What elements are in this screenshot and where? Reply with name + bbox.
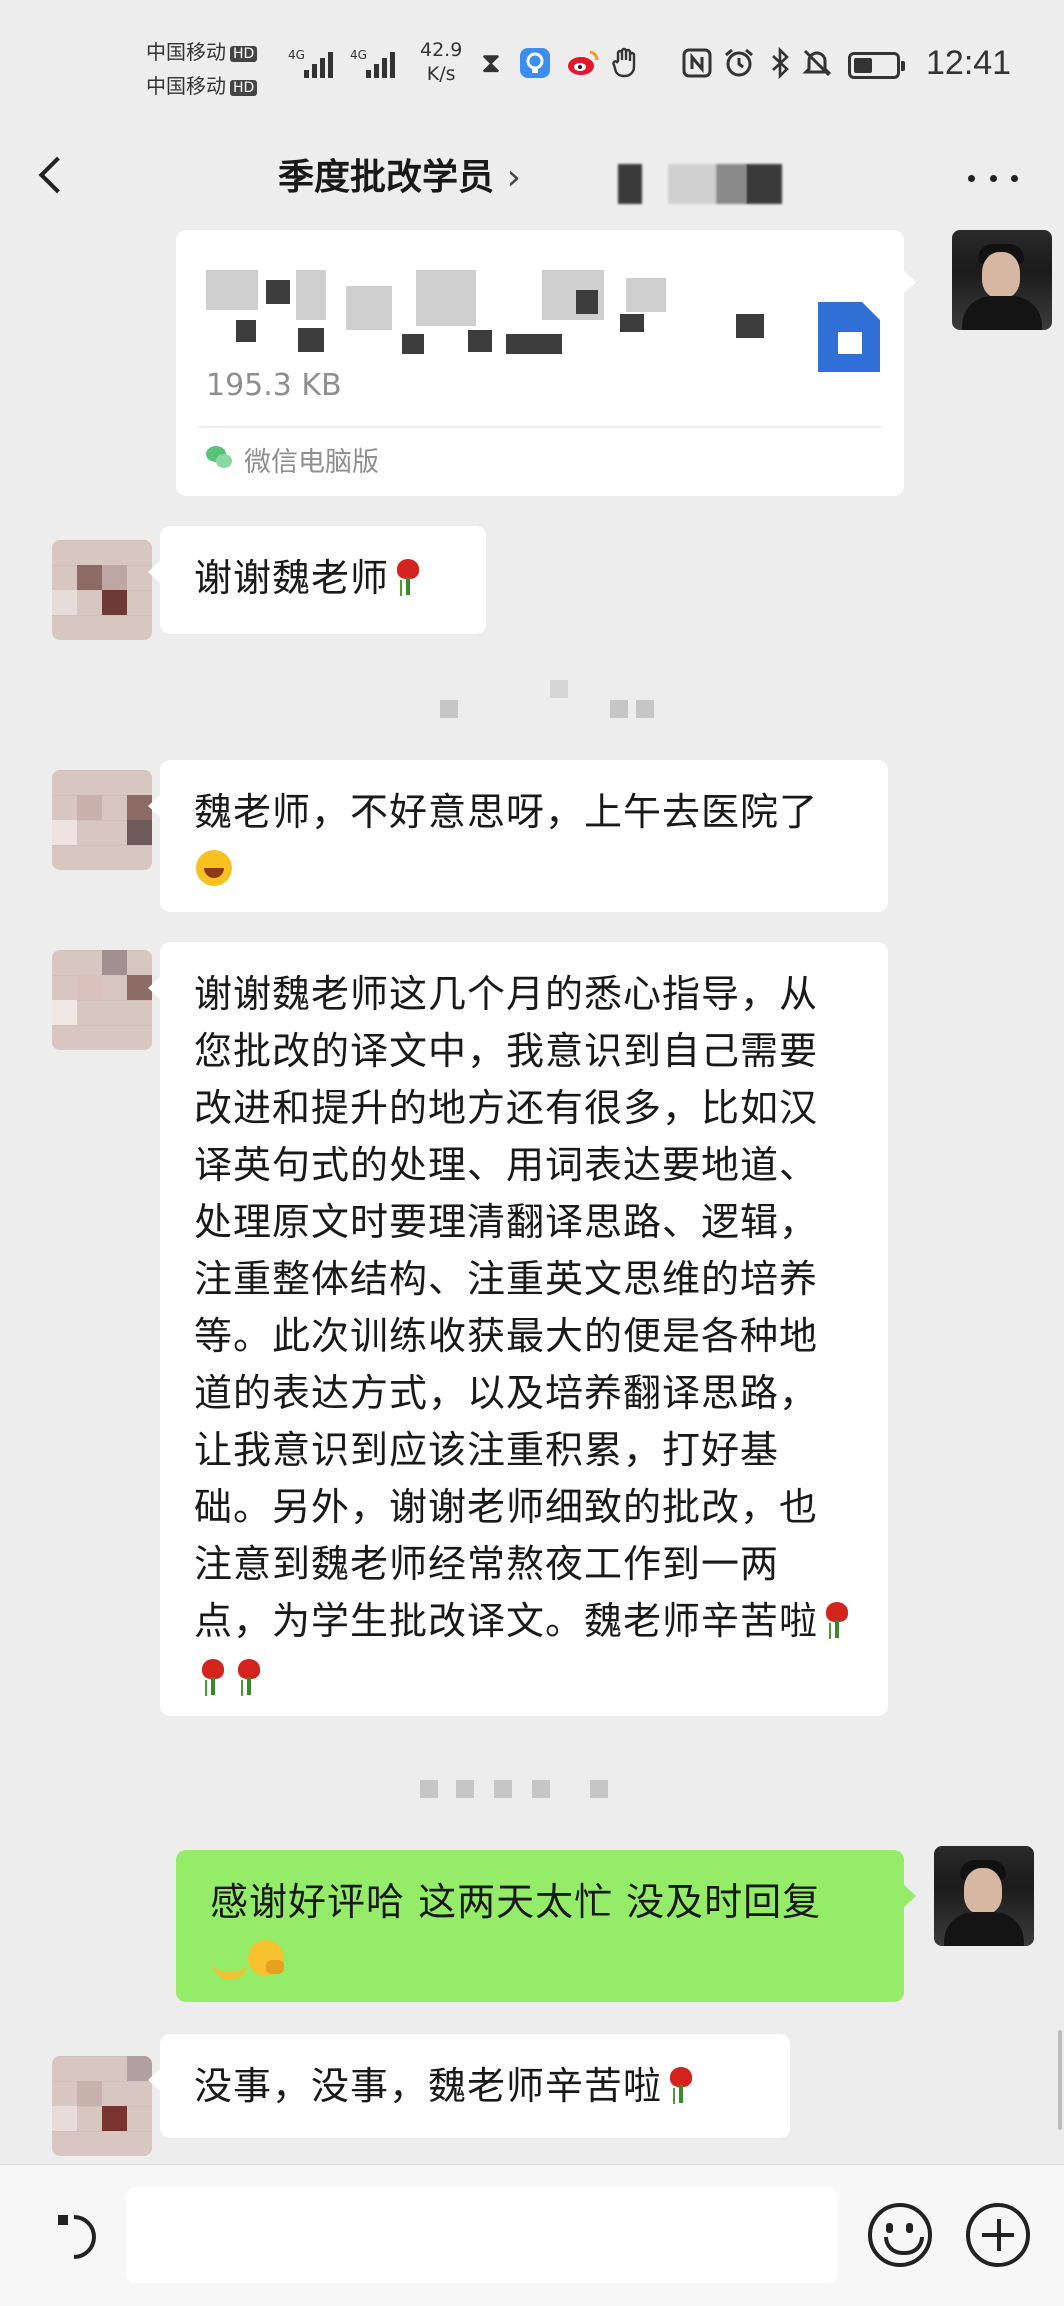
- message-text-1: 谢谢魏老师: [194, 556, 390, 600]
- message-bubble-3[interactable]: 谢谢魏老师这几个月的悉心指导，从您批改的译文中，我意识到自己需要改进和提升的地方…: [148, 942, 888, 1716]
- file-message-card[interactable]: 195.3 KB 微信电脑版: [176, 230, 916, 496]
- chat-title[interactable]: 季度批改学员 ›: [278, 148, 521, 200]
- chat-title-text: 季度批改学员: [278, 157, 495, 198]
- file-card-divider: [198, 426, 882, 428]
- self-avatar[interactable]: [952, 230, 1052, 330]
- status-time: 12:41: [926, 44, 1012, 82]
- voice-input-button[interactable]: [44, 2205, 100, 2261]
- carrier-1: 中国移动 HD: [146, 36, 258, 65]
- rose-icon: [389, 557, 425, 597]
- net-speed-unit: K/s: [426, 63, 456, 85]
- title-mosaic: [618, 164, 642, 204]
- net-speed: 42.9 K/s: [420, 38, 462, 86]
- message-text-5: 没事，没事，魏老师辛苦啦: [194, 2064, 663, 2108]
- signal-4g-icon-2: 4G: [350, 48, 396, 78]
- banana-icon: [210, 1938, 248, 1980]
- carrier-1-label: 中国移动: [146, 40, 226, 64]
- hand-icon: [610, 46, 644, 80]
- file-source-label: 微信电脑版: [244, 447, 379, 478]
- message-text-3: 谢谢魏老师这几个月的悉心指导，从您批改的译文中，我意识到自己需要改进和提升的地方…: [194, 972, 819, 1643]
- hourglass-icon: ⧗: [481, 46, 501, 79]
- message-bubble-1[interactable]: 谢谢魏老师: [148, 526, 486, 634]
- message-text-4: 感谢好评哈 这两天太忙 没及时回复: [210, 1880, 822, 1924]
- message-input[interactable]: [126, 2187, 838, 2283]
- message-text-2: 魏老师，不好意思呀，上午去医院了: [194, 790, 819, 834]
- title-mosaic-4: [746, 164, 782, 204]
- nfc-icon: [680, 46, 714, 80]
- student-avatar[interactable]: [52, 2056, 152, 2156]
- alarm-icon: [722, 46, 756, 80]
- signal-4g-icon-1: 4G: [288, 48, 334, 78]
- weibo-icon: [566, 46, 600, 80]
- wechat-pc-icon: [206, 446, 234, 472]
- net-speed-value: 42.9: [420, 39, 463, 61]
- hd-badge-1: HD: [230, 45, 258, 62]
- title-bar: 季度批改学员 ›: [0, 130, 1064, 230]
- bulb-app-icon: [518, 46, 552, 80]
- system-hint-mosaic-1: [440, 680, 670, 720]
- hd-badge-2: HD: [230, 79, 258, 96]
- bluetooth-icon: [764, 46, 798, 80]
- carrier-2: 中国移动 HD: [146, 70, 258, 99]
- rose-icon: [662, 2065, 698, 2105]
- self-avatar[interactable]: [934, 1846, 1034, 1946]
- rose-icon: [818, 1600, 854, 1640]
- student-avatar[interactable]: [52, 540, 152, 640]
- message-bubble-5[interactable]: 没事，没事，魏老师辛苦啦: [148, 2034, 790, 2138]
- scrollbar[interactable]: [1058, 2030, 1062, 2130]
- student-avatar[interactable]: [52, 770, 152, 870]
- mute-icon: [800, 46, 834, 80]
- message-bubble-2[interactable]: 魏老师，不好意思呀，上午去医院了: [148, 760, 888, 912]
- shy-face-icon: [246, 1938, 284, 1978]
- word-file-icon: [818, 302, 880, 372]
- title-mosaic-2: [668, 164, 716, 204]
- system-hint-mosaic-2: [420, 1780, 620, 1800]
- title-mosaic-3: [716, 164, 746, 204]
- input-bar: [0, 2164, 1064, 2306]
- chat-title-chevron-icon: ›: [506, 157, 521, 198]
- status-bar: 中国移动 HD 中国移动 HD 4G 4G 42.9 K/s ⧗ 12:41: [0, 0, 1064, 130]
- student-avatar[interactable]: [52, 950, 152, 1050]
- laugh-cry-icon: [194, 848, 234, 888]
- carrier-2-label: 中国移动: [146, 74, 226, 98]
- rose-icon: [194, 1657, 230, 1697]
- rose-icon: [230, 1657, 266, 1697]
- file-size: 195.3 KB: [206, 368, 342, 403]
- more-options-button[interactable]: [968, 168, 1018, 188]
- battery-icon: [848, 52, 905, 79]
- emoji-button[interactable]: [868, 2203, 932, 2267]
- back-button[interactable]: [28, 150, 84, 206]
- message-bubble-4-self[interactable]: 感谢好评哈 这两天太忙 没及时回复: [176, 1850, 916, 2002]
- more-functions-button[interactable]: [966, 2203, 1030, 2267]
